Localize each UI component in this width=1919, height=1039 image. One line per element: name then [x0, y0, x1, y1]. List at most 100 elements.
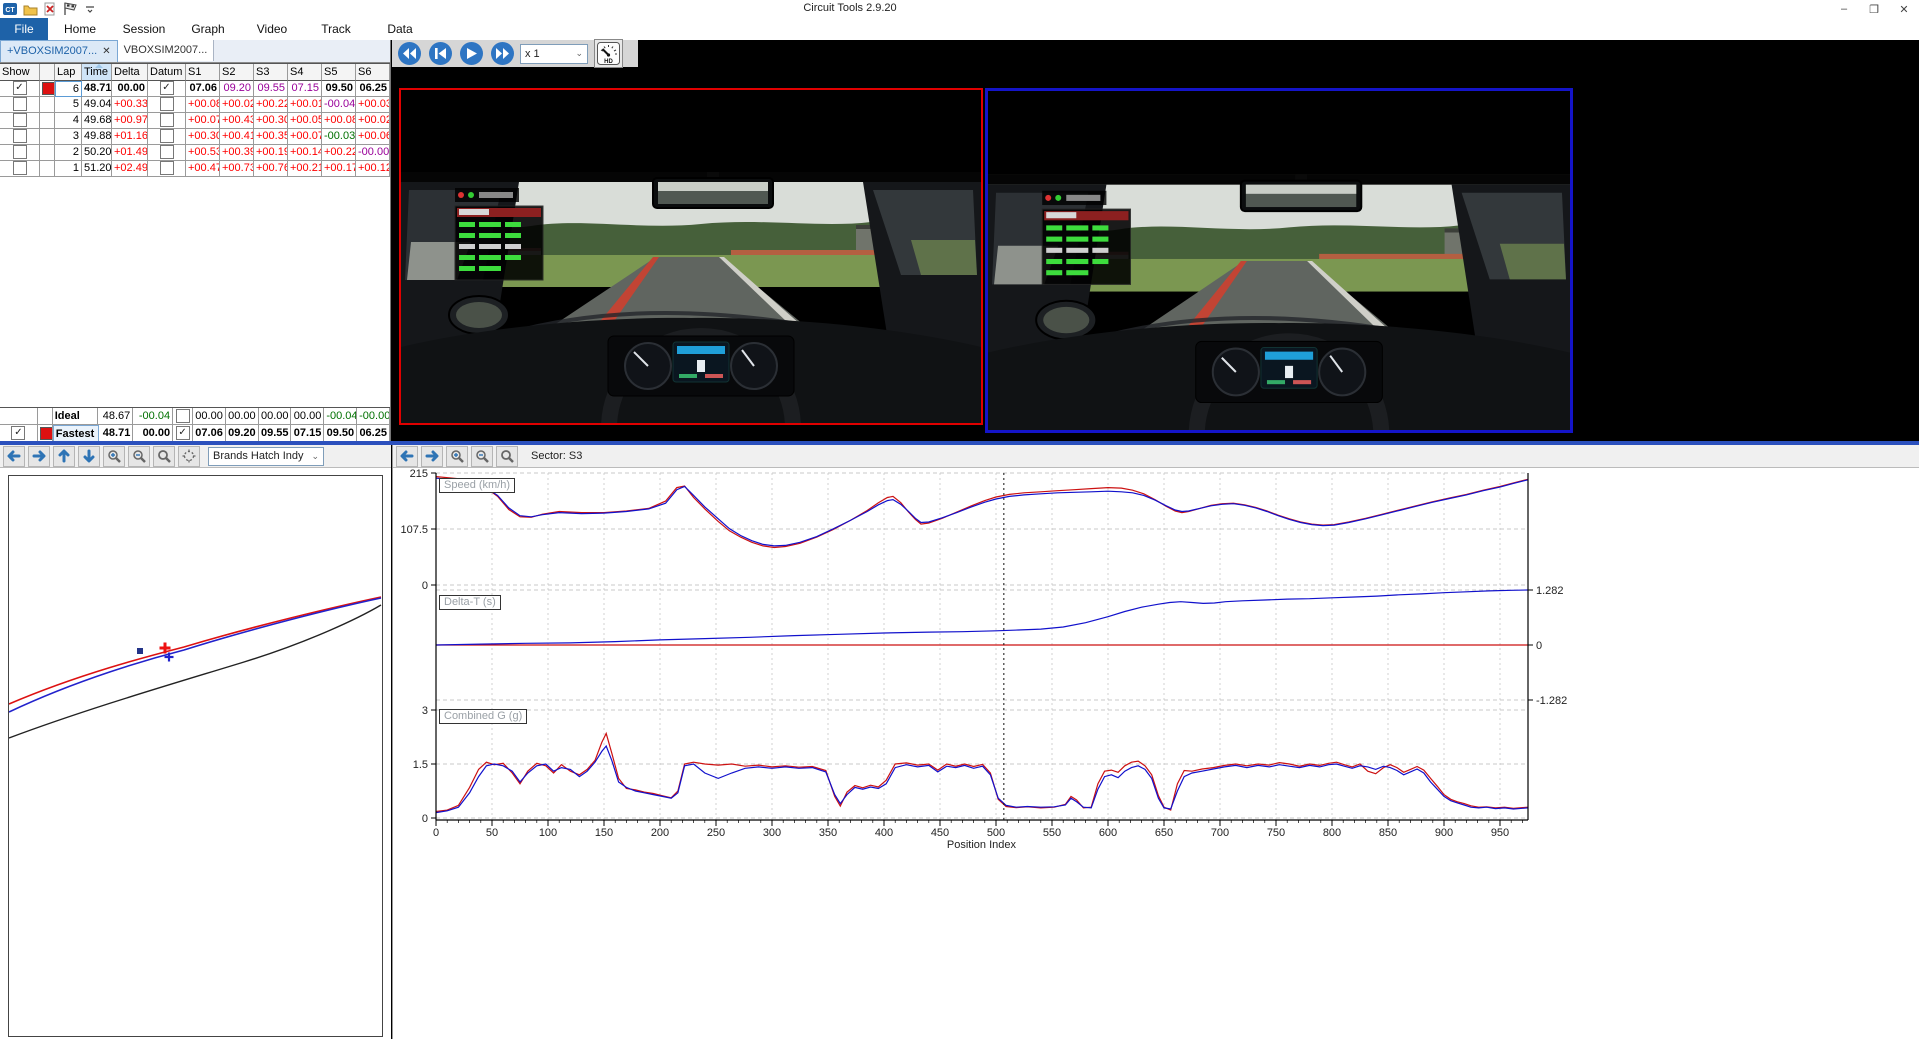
minimize-icon[interactable]: – — [1829, 0, 1859, 18]
lap-number-cell[interactable]: 2 — [55, 145, 82, 161]
zoom-out-button[interactable] — [128, 446, 150, 467]
lap-number-cell[interactable]: 1 — [55, 161, 82, 177]
menu-video[interactable]: Video — [240, 18, 304, 40]
checkbox-unchecked[interactable] — [160, 97, 174, 111]
lap-number-cell[interactable]: 6 — [55, 81, 82, 97]
column-header-S1[interactable]: S1 — [186, 64, 220, 81]
checkbox-checked[interactable]: ✓ — [176, 426, 190, 440]
open-file-icon[interactable] — [22, 2, 38, 16]
summary-time-cell: 48.71 — [99, 425, 134, 442]
hd-gauge-button[interactable]: HD — [594, 39, 623, 68]
menu-session[interactable]: Session — [112, 18, 176, 40]
video-frame-red[interactable] — [399, 88, 983, 425]
checkbox-unchecked[interactable] — [13, 113, 27, 127]
column-header-color[interactable] — [40, 64, 55, 81]
pan-left-button[interactable] — [396, 446, 418, 467]
session-tab-0[interactable]: +VBOXSIM2007...✕ — [0, 40, 118, 62]
zoom-in-button[interactable] — [446, 446, 468, 467]
checkbox-unchecked[interactable] — [160, 145, 174, 159]
pan-up-button[interactable] — [53, 446, 75, 467]
lap-row-6[interactable]: ✓648.7100.00✓07.0609.2009.5507.1509.5006… — [0, 81, 390, 97]
pan-right-button[interactable] — [421, 446, 443, 467]
lap-color-cell — [40, 129, 55, 145]
checkbox-checked[interactable]: ✓ — [11, 426, 25, 440]
track-selector[interactable]: Brands Hatch Indy⌄ — [208, 447, 324, 466]
checkbox-unchecked[interactable] — [160, 129, 174, 143]
x-tick-label: 100 — [539, 827, 557, 839]
menu-file[interactable]: File — [0, 18, 48, 40]
maximize-icon[interactable]: ❐ — [1859, 0, 1889, 18]
checkbox-checked[interactable]: ✓ — [160, 81, 174, 95]
x-tick-label: 200 — [651, 827, 669, 839]
lap-color-cell — [40, 145, 55, 161]
column-header-Datum[interactable]: Datum — [148, 64, 186, 81]
center-track-button[interactable] — [178, 446, 200, 467]
checkbox-unchecked[interactable] — [13, 161, 27, 175]
lap-row-4[interactable]: 449.68+00.97+00.07+00.43+00.30+00.05+00.… — [0, 113, 390, 129]
lap-row-1[interactable]: 151.20+02.49+00.47+00.73+00.76+00.21+00.… — [0, 161, 390, 177]
zoom-in-button[interactable] — [103, 446, 125, 467]
column-header-Lap[interactable]: Lap — [55, 64, 82, 81]
close-tab-icon[interactable]: ✕ — [102, 41, 110, 62]
pan-right-icon — [32, 449, 46, 463]
pan-right-button[interactable] — [28, 446, 50, 467]
zoom-select-button[interactable] — [153, 446, 175, 467]
zoom-select-button[interactable] — [496, 446, 518, 467]
menu-graph[interactable]: Graph — [176, 18, 240, 40]
session-tab-1[interactable]: VBOXSIM2007... — [118, 40, 215, 61]
finish-flag-icon[interactable] — [62, 2, 78, 16]
column-header-S5[interactable]: S5 — [322, 64, 356, 81]
column-header-S6[interactable]: S6 — [356, 64, 390, 81]
ideal-row[interactable]: Ideal48.67-00.0400.0000.0000.0000.00-00.… — [0, 408, 390, 425]
sector-3-cell: +00.30 — [254, 113, 288, 129]
checkbox-unchecked[interactable] — [13, 97, 27, 111]
checkbox-unchecked[interactable] — [176, 409, 190, 423]
column-header-S4[interactable]: S4 — [288, 64, 322, 81]
lap-number-cell[interactable]: 4 — [55, 113, 82, 129]
chart-canvas[interactable]: 0501001502002503003504004505005506006507… — [393, 468, 1919, 1039]
lap-row-2[interactable]: 250.20+01.49+00.53+00.39+00.19+00.14+00.… — [0, 145, 390, 161]
lap-number-cell[interactable]: 3 — [55, 129, 82, 145]
play-button[interactable] — [460, 42, 483, 65]
app-logo-icon[interactable]: CT — [2, 2, 18, 16]
column-header-S2[interactable]: S2 — [220, 64, 254, 81]
checkbox-cell: ✓ — [148, 81, 186, 97]
skip-to-start-button[interactable] — [429, 42, 452, 65]
playback-buttons — [398, 42, 514, 65]
playback-bar: x 1 ⌄ HD — [392, 40, 638, 67]
sector-1-cell: +00.07 — [186, 113, 220, 129]
checkbox-checked[interactable]: ✓ — [13, 81, 27, 95]
lap-row-3[interactable]: 349.88+01.16+00.30+00.41+00.35+00.07-00.… — [0, 129, 390, 145]
cursor-cross-red — [160, 643, 171, 654]
checkbox-cell — [0, 161, 40, 177]
zoom-out-button[interactable] — [471, 446, 493, 467]
lap-row-5[interactable]: 549.04+00.33+00.08+00.02+00.22+00.01-00.… — [0, 97, 390, 113]
column-header-Time[interactable]: Time — [82, 64, 112, 81]
pan-down-button[interactable] — [78, 446, 100, 467]
column-header-Show[interactable]: Show — [0, 64, 40, 81]
checkbox-unchecked[interactable] — [13, 145, 27, 159]
menu-home[interactable]: Home — [48, 18, 112, 40]
fast-forward-button[interactable] — [491, 42, 514, 65]
checkbox-unchecked[interactable] — [160, 161, 174, 175]
checkbox-unchecked[interactable] — [160, 113, 174, 127]
x-tick-label: 350 — [819, 827, 837, 839]
fastest-row[interactable]: ✓Fastest48.7100.00✓07.0609.2009.5507.150… — [0, 425, 390, 442]
playback-speed-select[interactable]: x 1 ⌄ — [520, 44, 588, 64]
checkbox-cell — [0, 145, 40, 161]
lap-number-cell[interactable]: 5 — [55, 97, 82, 113]
close-icon[interactable]: ✕ — [1889, 0, 1919, 18]
menu-track[interactable]: Track — [304, 18, 368, 40]
sector-4-cell: 07.15 — [288, 81, 322, 97]
checkbox-unchecked[interactable] — [13, 129, 27, 143]
window-title: Circuit Tools 2.9.20 — [700, 2, 1000, 14]
toolbar-options-icon[interactable] — [82, 2, 98, 16]
column-header-Delta[interactable]: Delta — [112, 64, 148, 81]
menu-data[interactable]: Data — [368, 18, 432, 40]
pan-left-button[interactable] — [3, 446, 25, 467]
video-frame-blue[interactable] — [985, 88, 1573, 433]
column-header-S3[interactable]: S3 — [254, 64, 288, 81]
fast-rewind-button[interactable] — [398, 42, 421, 65]
track-map-box[interactable] — [8, 475, 383, 1037]
export-report-icon[interactable] — [42, 2, 58, 16]
